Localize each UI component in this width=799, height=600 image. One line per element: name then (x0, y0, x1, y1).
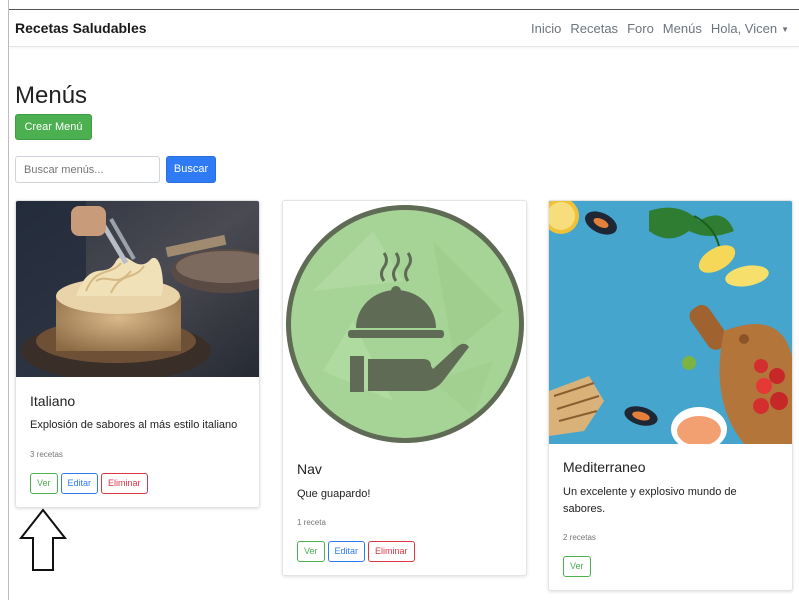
card-actions: Ver Editar Eliminar (297, 541, 415, 562)
nav-link-foro[interactable]: Foro (627, 21, 654, 36)
mediterranean-food-photo (549, 201, 792, 444)
edit-button[interactable]: Editar (60, 473, 99, 494)
nav-link-inicio[interactable]: Inicio (531, 21, 561, 36)
card-image-nav (283, 201, 526, 447)
recipe-count: 2 recetas (563, 533, 596, 542)
card-actions: Ver Editar Eliminar (30, 473, 148, 494)
view-button[interactable]: Ver (30, 473, 58, 494)
page-title: Menús (15, 82, 88, 109)
edit-button[interactable]: Editar (327, 541, 366, 562)
create-menu-button[interactable]: Crear Menú (15, 114, 92, 140)
menu-card-italiano: Italiano Explosión de sabores al más est… (15, 200, 260, 508)
card-title: Italiano (30, 393, 76, 409)
card-actions: Ver (563, 556, 591, 577)
user-menu-dropdown[interactable]: Hola, Vicen ▼ (711, 21, 789, 36)
menu-card-nav: Nav Que guapardo! 1 receta Ver Editar El… (282, 200, 527, 576)
menu-card-mediterraneo: Mediterraneo Un excelente y explosivo mu… (548, 200, 793, 591)
up-arrow-icon (18, 508, 68, 571)
user-greeting: Hola, Vicen (710, 21, 778, 36)
nav-link-menus[interactable]: Menús (663, 21, 702, 36)
serving-cloche-hand-icon (283, 201, 526, 447)
view-button[interactable]: Ver (297, 541, 325, 562)
nav-links: Inicio Recetas Foro Menús Hola, Vicen ▼ (531, 21, 789, 36)
navbar: Recetas Saludables Inicio Recetas Foro M… (9, 9, 799, 47)
pasta-photo (16, 201, 259, 377)
caret-down-icon: ▼ (781, 25, 789, 35)
card-description: Explosión de sabores al más estilo itali… (30, 419, 238, 431)
card-description: Que guapardo! (297, 488, 371, 500)
search-button[interactable]: Buscar (166, 156, 216, 183)
view-button[interactable]: Ver (563, 556, 591, 577)
delete-button[interactable]: Eliminar (101, 473, 148, 494)
card-image-mediterraneo (549, 201, 792, 444)
nav-link-recetas[interactable]: Recetas (570, 21, 618, 36)
card-image-italiano (16, 201, 259, 377)
delete-button[interactable]: Eliminar (368, 541, 415, 562)
card-description: Un excelente y explosivo mundo de sabore… (563, 486, 737, 515)
card-title: Nav (297, 461, 322, 477)
recipe-count: 3 recetas (30, 450, 63, 459)
card-title: Mediterraneo (563, 459, 646, 475)
recipe-count: 1 receta (297, 518, 326, 527)
brand-logo[interactable]: Recetas Saludables (15, 20, 147, 36)
search-input[interactable] (15, 156, 160, 183)
window-frame (0, 0, 9, 600)
